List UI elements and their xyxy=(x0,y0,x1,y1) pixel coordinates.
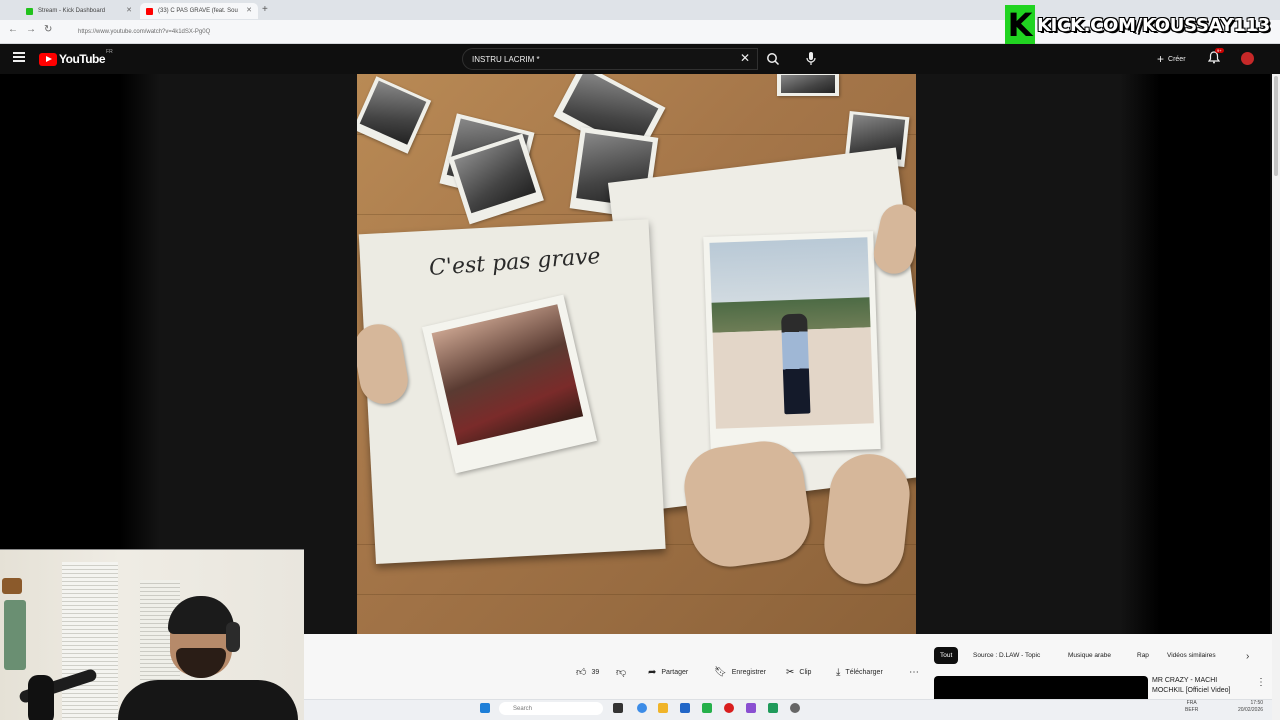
scissors-icon: ✂ xyxy=(786,666,795,678)
shelf-object xyxy=(4,600,26,670)
video-cover-art[interactable]: C'est pas grave xyxy=(357,74,916,634)
reload-icon[interactable]: ↻ xyxy=(44,24,52,35)
clip-label: Clip xyxy=(799,668,812,676)
file-explorer-icon[interactable] xyxy=(658,703,668,713)
taskbar-clock[interactable]: 17:50 20/02/2026 xyxy=(1238,700,1263,714)
thumbs-up-icon: 👍︎ xyxy=(576,667,587,678)
more-horizontal-icon: ⋯ xyxy=(909,666,919,678)
tab-kick-dashboard[interactable]: Stream - Kick Dashboard ✕ xyxy=(20,3,138,19)
chip-rap[interactable]: Rap xyxy=(1131,647,1155,664)
taskbar-search[interactable]: Search xyxy=(499,702,603,715)
notifications-button[interactable]: 9+ xyxy=(1207,48,1224,69)
webcam-overlay xyxy=(0,549,304,720)
streamer-beard xyxy=(176,648,226,678)
window-blinds xyxy=(62,562,118,720)
shelf-object xyxy=(2,578,22,594)
hand-bottom xyxy=(679,436,815,572)
chip-source[interactable]: Source : D.LAW - Topic xyxy=(967,647,1046,664)
youtube-logo[interactable]: YouTube FR xyxy=(39,49,113,66)
youtube-wordmark: YouTube xyxy=(59,52,106,66)
tab-youtube-video[interactable]: (33) C PAS GRAVE (feat. Sou ✕ xyxy=(140,3,258,19)
url-field[interactable]: https://www.youtube.com/watch?v=4k1dSX-P… xyxy=(62,24,1002,40)
chevron-right-icon[interactable]: › xyxy=(1246,651,1249,662)
youtube-favicon-icon xyxy=(146,7,153,15)
settings-gear-icon[interactable] xyxy=(790,703,800,713)
opera-icon[interactable] xyxy=(724,703,734,713)
share-icon: ➦ xyxy=(648,666,657,678)
scattered-photo xyxy=(357,76,432,154)
download-button[interactable]: ⤓ Télécharger xyxy=(836,664,883,680)
scrollbar-thumb[interactable] xyxy=(1274,76,1278,176)
url-text: https://www.youtube.com/watch?v=4k1dSX-P… xyxy=(78,29,211,35)
tab-label: (33) C PAS GRAVE (feat. Sou xyxy=(158,8,238,14)
kick-channel-text: KICK.COM/KOUSSAY113 xyxy=(1037,14,1270,36)
hamburger-menu-icon[interactable] xyxy=(13,52,25,62)
close-tab-icon[interactable]: ✕ xyxy=(126,6,132,14)
create-button[interactable]: + Créer xyxy=(1151,51,1192,67)
tray-lang: FRA xyxy=(1186,700,1197,706)
thumbs-down-icon: 👎︎ xyxy=(616,667,627,678)
share-label: Partager xyxy=(661,668,689,676)
create-label: Créer xyxy=(1168,55,1186,63)
headphones-icon xyxy=(226,622,240,652)
tab-label: Stream - Kick Dashboard xyxy=(38,8,106,14)
chip-arabic-music[interactable]: Musique arabe xyxy=(1062,647,1117,664)
youtube-header: YouTube FR INSTRU LACRIM * ✕ + Créer 9+ xyxy=(0,44,1280,74)
chrome-icon[interactable] xyxy=(637,703,647,713)
download-icon: ⤓ xyxy=(836,666,841,678)
download-label: Télécharger xyxy=(845,668,883,676)
windows-start-icon[interactable] xyxy=(480,703,490,713)
streamer-body xyxy=(118,680,298,720)
forward-icon[interactable]: → xyxy=(26,24,36,35)
family-photo-right xyxy=(703,231,881,455)
discord-icon[interactable] xyxy=(746,703,756,713)
kick-favicon-icon xyxy=(26,7,33,15)
country-code: FR xyxy=(106,49,113,55)
chip-all[interactable]: Tout xyxy=(934,647,959,664)
tray-keyboard: BEFR xyxy=(1185,707,1199,713)
kick-logo-icon: K xyxy=(1005,5,1035,45)
close-tab-icon[interactable]: ✕ xyxy=(246,6,252,14)
more-actions-button[interactable]: ⋯ xyxy=(909,664,924,680)
next-video-title[interactable]: MR CRAZY - MACHI MOCHKIL [Officiel Video… xyxy=(1152,676,1248,696)
microphone-icon[interactable] xyxy=(805,51,817,67)
windows-taskbar xyxy=(304,699,1272,720)
language-indicator[interactable]: FRA BEFR xyxy=(1185,700,1198,714)
clip-button[interactable]: ✂ Clip xyxy=(786,664,811,680)
clock-time: 17:50 xyxy=(1250,700,1264,706)
clock-date: 20/02/2026 xyxy=(1238,707,1264,713)
kick-app-icon[interactable] xyxy=(768,703,778,713)
save-label: Enregistrer xyxy=(731,668,766,676)
scattered-photo xyxy=(777,74,839,96)
clear-search-icon[interactable]: ✕ xyxy=(740,51,750,65)
back-icon[interactable]: ← xyxy=(8,24,18,35)
plus-icon: + xyxy=(1157,52,1165,66)
store-icon[interactable] xyxy=(680,703,690,713)
notification-badge: 9+ xyxy=(1215,48,1224,53)
dislike-button[interactable]: 👎︎ xyxy=(616,664,631,680)
save-button[interactable]: 🔖︎ Enregistrer xyxy=(714,664,766,680)
bookmark-icon: 🔖︎ xyxy=(714,666,727,678)
more-vertical-icon[interactable]: ⋮ xyxy=(1256,677,1266,688)
whatsapp-icon[interactable] xyxy=(702,703,712,713)
task-view-icon[interactable] xyxy=(613,703,623,713)
share-button[interactable]: ➦ Partager xyxy=(648,664,688,680)
account-avatar[interactable] xyxy=(1241,52,1254,65)
search-input[interactable]: INSTRU LACRIM * xyxy=(462,48,758,70)
taskbar-search-placeholder: Search xyxy=(513,705,533,712)
like-button[interactable]: 👍︎ 39 xyxy=(576,664,599,680)
search-value: INSTRU LACRIM * xyxy=(472,54,540,64)
microphone xyxy=(28,675,54,720)
chip-similar-videos[interactable]: Vidéos similaires xyxy=(1161,647,1222,664)
youtube-play-icon xyxy=(39,52,57,66)
search-icon[interactable] xyxy=(766,52,780,66)
kick-overlay: K KICK.COM/KOUSSAY113 xyxy=(1005,4,1280,46)
new-tab-icon[interactable]: + xyxy=(262,4,268,15)
like-count: 39 xyxy=(591,668,600,676)
